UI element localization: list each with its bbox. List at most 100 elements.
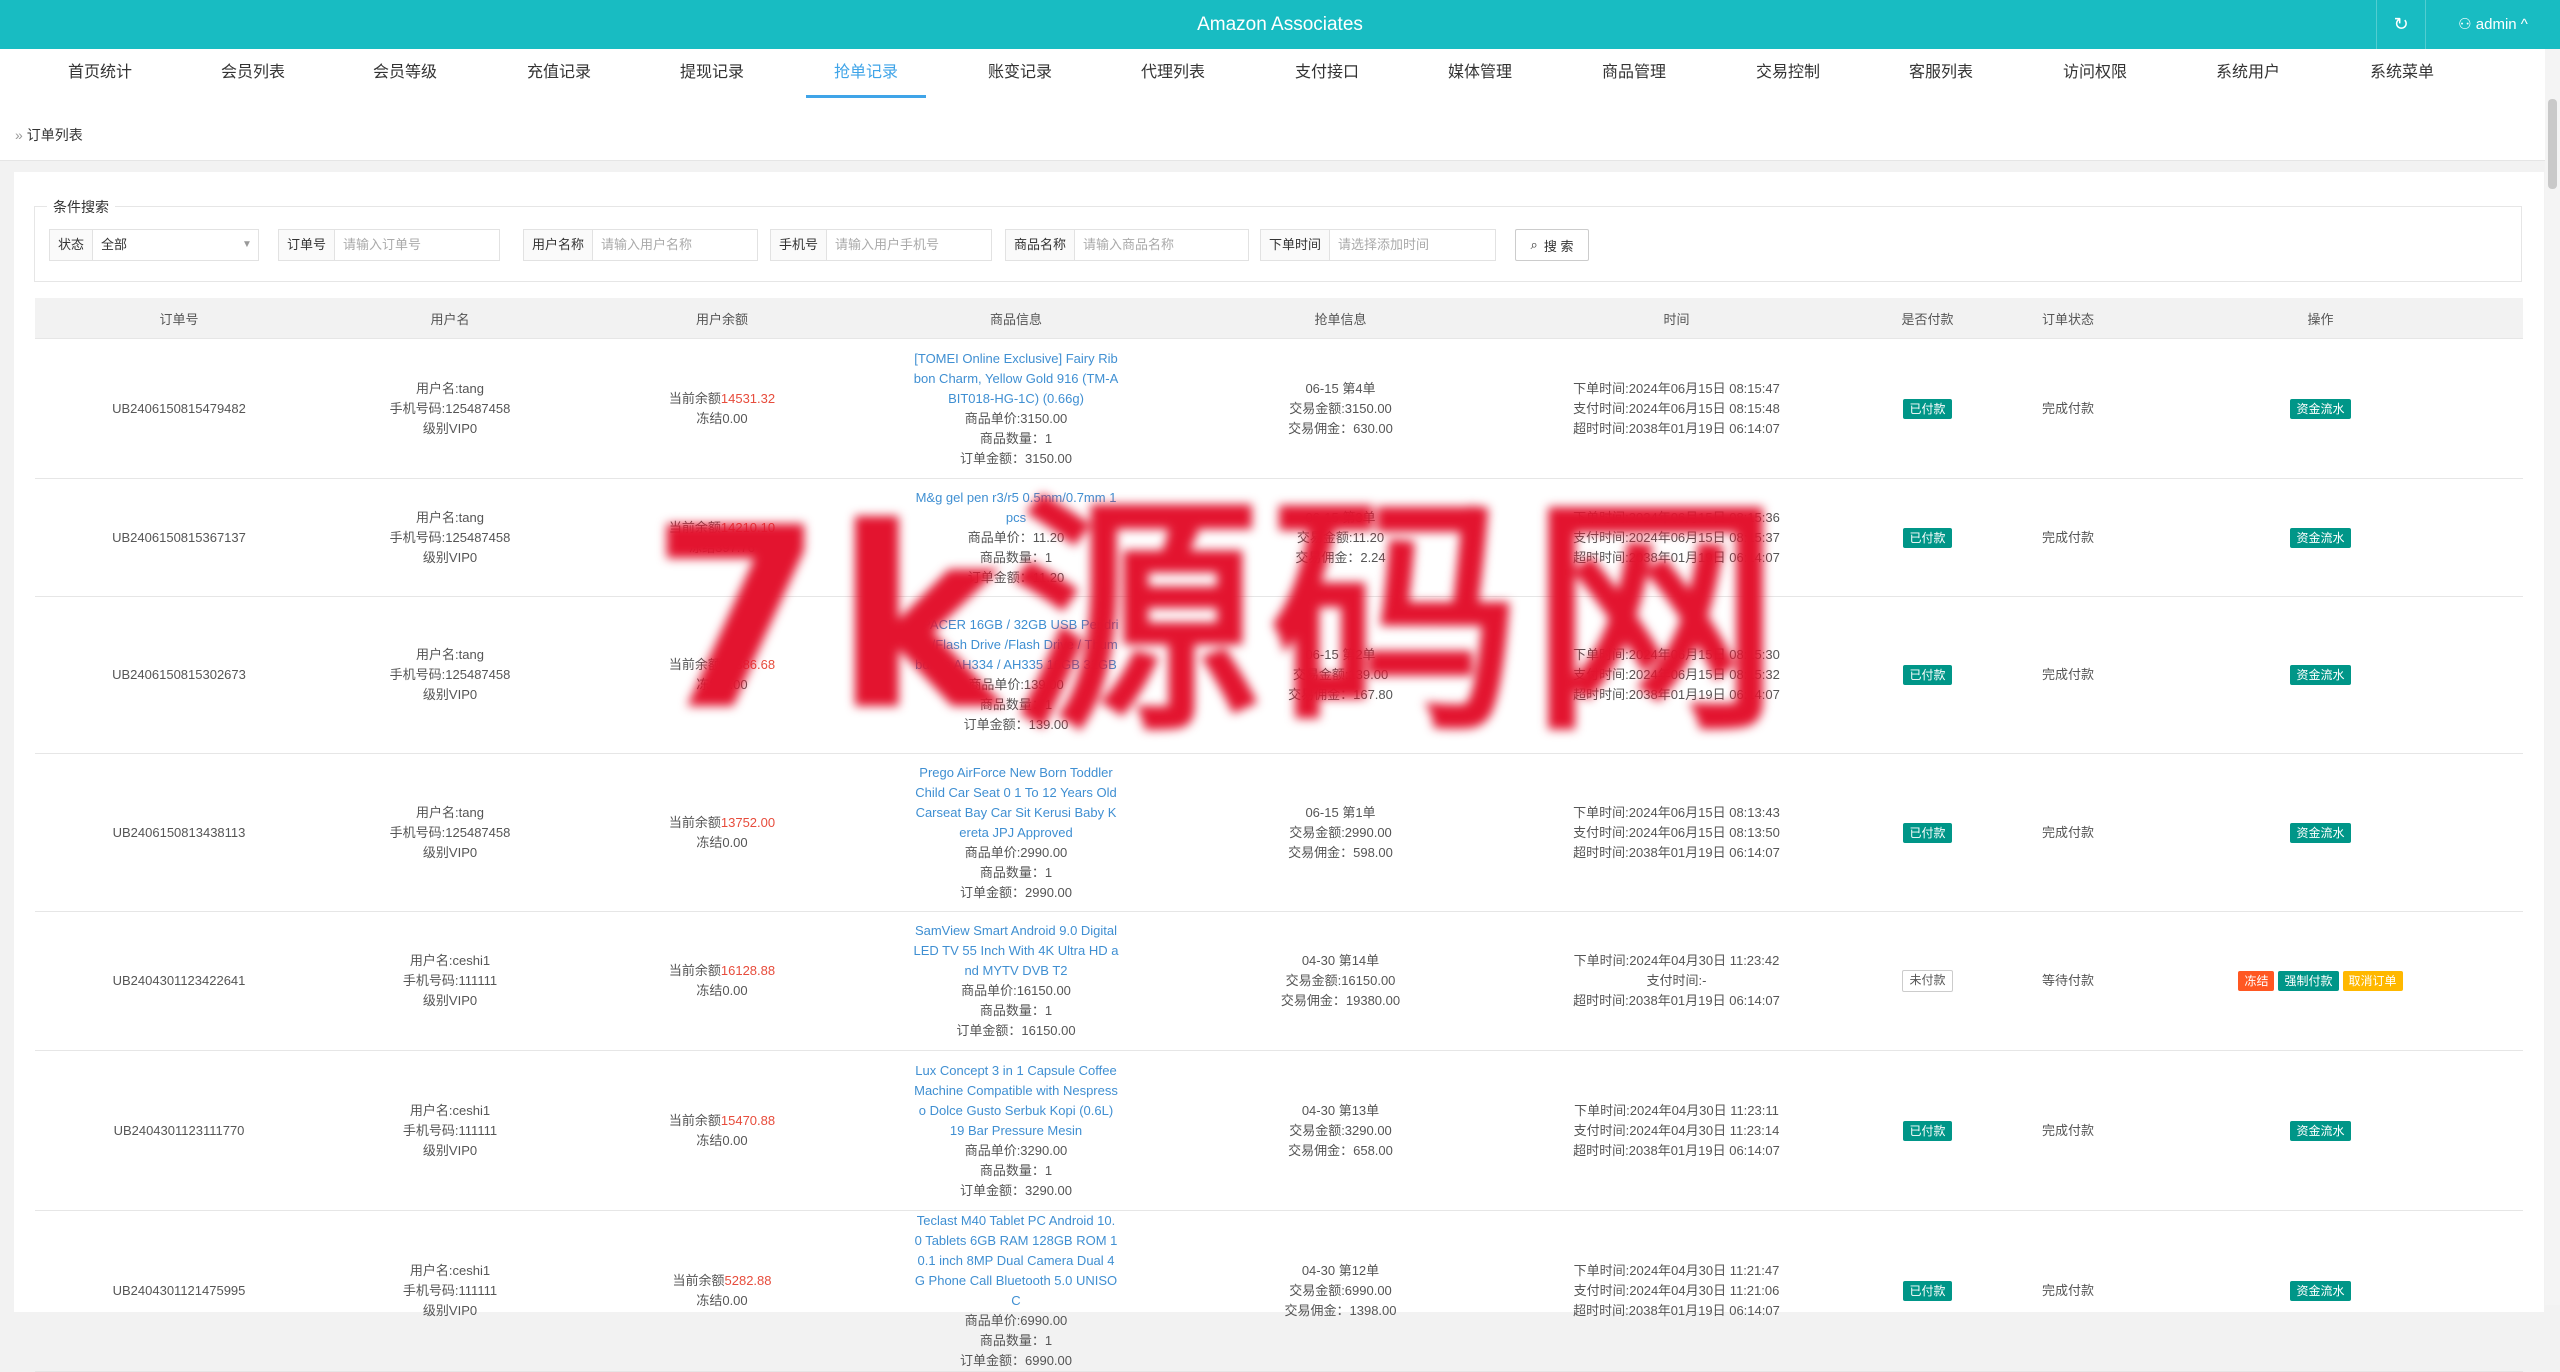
- freeze-button[interactable]: 冻结: [2238, 971, 2275, 991]
- goods-input[interactable]: 请输入商品名称: [1075, 230, 1248, 260]
- main-nav: 首页统计 会员列表 会员等级 充值记录 提现记录 抢单记录 账变记录 代理列表 支付接口 媒体管理…: [0, 49, 2545, 99]
- goods-title-link[interactable]: [TOMEI Online Exclusive] Fairy Ribbon Ch…: [914, 349, 1119, 409]
- search-icon: ⌕: [1530, 237, 1538, 252]
- nav-tab[interactable]: 提现记录: [652, 49, 772, 95]
- grab-info: 04-30 第14单: [1301, 953, 1380, 968]
- nav-tab[interactable]: 媒体管理: [1420, 49, 1540, 95]
- grab-info: 交易佣金：630.00: [1288, 420, 1393, 436]
- column-header: 时间: [1516, 298, 1837, 339]
- goods-title-link[interactable]: M&g gel pen r3/r5 0.5mm/0.7mm 1pcs: [914, 488, 1119, 528]
- table-header-row: 订单号 用户名 用户余额 商品信息 抢单信息 时间 是否付款 订单状态 操作: [35, 298, 2523, 339]
- order-state: 完成付款: [2041, 1283, 2094, 1298]
- order-amount: 订单金额：11.20: [967, 569, 1065, 585]
- nav-tab[interactable]: 首页统计: [40, 49, 160, 95]
- order-input[interactable]: 请输入订单号: [335, 230, 499, 260]
- balance-line: 当前余额15470.88: [577, 1111, 867, 1131]
- time-info: 支付时间:2024年04月30日 11:21:06: [1573, 1283, 1780, 1298]
- time-info: 支付时间:2024年04月30日 11:23:14: [1573, 1122, 1780, 1138]
- user-info: 用户名:ceshi1: [409, 953, 491, 968]
- time-info: 超时时间:2038年01月19日 06:14:07: [1573, 687, 1780, 702]
- fund-flow-button[interactable]: 资金流水: [2290, 1120, 2351, 1141]
- balance-line: 当前余额5282.88: [577, 1271, 867, 1291]
- nav-tab[interactable]: 交易控制: [1728, 49, 1848, 95]
- payment-status-badge: 已付款: [1903, 527, 1952, 548]
- nav-tab[interactable]: 商品管理: [1574, 49, 1694, 95]
- goods-title-link[interactable]: SamView Smart Android 9.0 Digital LED TV…: [914, 921, 1119, 981]
- order-amount: 订单金额：2990.00: [960, 884, 1072, 900]
- user-info: 级别VIP0: [422, 844, 478, 860]
- nav-tab[interactable]: 充值记录: [499, 49, 619, 95]
- grab-info: 交易金额:3290.00: [1289, 1122, 1392, 1138]
- fund-flow-button[interactable]: 资金流水: [2290, 398, 2351, 419]
- scrollbar[interactable]: [2545, 49, 2560, 1305]
- phone-label: 手机号: [771, 230, 828, 260]
- goods-price: 商品单价:139.00: [968, 677, 1064, 692]
- nav-tab[interactable]: 客服列表: [1881, 49, 2001, 95]
- nav-tab[interactable]: 会员等级: [345, 49, 465, 95]
- status-value[interactable]: 全部: [93, 230, 236, 260]
- time-info: 下单时间:2024年06月15日 08:13:43: [1573, 804, 1780, 820]
- scrollbar-thumb[interactable]: [2548, 99, 2557, 189]
- nav-tab[interactable]: 系统用户: [2188, 49, 2308, 95]
- user-info: 用户名:ceshi1: [409, 1102, 491, 1118]
- time-info: 支付时间:2024年06月15日 08:15:37: [1573, 529, 1780, 545]
- order-state: 完成付款: [2041, 824, 2094, 840]
- balance-line: 当前余额14210.10: [577, 518, 867, 538]
- order-amount: 订单金额：6990.00: [960, 1353, 1072, 1368]
- nav-tab[interactable]: 会员列表: [193, 49, 313, 95]
- grab-info: 交易佣金：1398.00: [1284, 1303, 1397, 1318]
- nav-tab[interactable]: 支付接口: [1267, 49, 1387, 95]
- balance-label: 当前余额: [668, 519, 721, 535]
- time-info: 支付时间:2024年06月15日 08:15:32: [1573, 667, 1780, 682]
- time-info: 支付时间:-: [1646, 973, 1707, 988]
- phone-input[interactable]: 请输入用户手机号: [827, 230, 991, 260]
- status-label: 状态: [50, 230, 94, 260]
- goods-quantity: 商品数量：1: [979, 1162, 1053, 1178]
- goods-title-link[interactable]: APACER 16GB / 32GB USB Pendrive /Flash D…: [914, 615, 1119, 675]
- fund-flow-button[interactable]: 资金流水: [2290, 665, 2351, 685]
- goods-title-link[interactable]: Lux Concept 3 in 1 Capsule Coffee Machin…: [914, 1061, 1119, 1141]
- grab-info: 06-15 第2单: [1305, 647, 1376, 662]
- goods-quantity: 商品数量：1: [979, 1333, 1053, 1348]
- order-amount: 订单金额：139.00: [963, 717, 1069, 732]
- search-button[interactable]: ⌕ 搜 索: [1515, 229, 1589, 261]
- order-number: UB2406150813438113: [112, 824, 246, 840]
- nav-tab[interactable]: 账变记录: [960, 49, 1080, 95]
- username-field: 用户名称 请输入用户名称: [523, 229, 758, 261]
- grab-info: 04-30 第13单: [1301, 1102, 1380, 1118]
- grab-info: 交易佣金：598.00: [1288, 844, 1393, 860]
- force-pay-button[interactable]: 强制付款: [2278, 971, 2339, 991]
- fund-flow-button[interactable]: 资金流水: [2290, 527, 2351, 548]
- time-info: 超时时间:2038年01月19日 06:14:07: [1573, 1303, 1780, 1318]
- grab-info: 交易佣金：658.00: [1288, 1142, 1393, 1158]
- nav-tab[interactable]: 系统菜单: [2342, 49, 2462, 95]
- refresh-icon[interactable]: ↻: [2376, 0, 2425, 49]
- goods-title-link[interactable]: Teclast M40 Tablet PC Android 10.0 Table…: [914, 1211, 1119, 1311]
- time-info: 超时时间:2038年01月19日 06:14:07: [1573, 993, 1780, 1008]
- nav-tab[interactable]: 抢单记录: [806, 49, 926, 98]
- time-input[interactable]: 请选择添加时间: [1330, 230, 1495, 260]
- status-select[interactable]: 状态 全部 ▼: [49, 229, 259, 261]
- grab-info: 交易金额:11.20: [1296, 529, 1385, 545]
- balance-label: 当前余额: [668, 814, 721, 830]
- grab-info: 交易金额:16150.00: [1285, 973, 1396, 988]
- user-info: 级别VIP0: [422, 549, 478, 565]
- content-panel: 条件搜索 状态 全部 ▼ 订单号 请输入订单号 用户名称 请输入用户名称 手机号…: [14, 172, 2544, 1372]
- nav-tab[interactable]: 代理列表: [1113, 49, 1233, 95]
- column-header: 订单号: [35, 298, 323, 339]
- fund-flow-button[interactable]: 资金流水: [2290, 822, 2351, 843]
- breadcrumb-separator: »: [15, 127, 23, 143]
- order-state: 完成付款: [2041, 1122, 2094, 1138]
- goods-title-link[interactable]: Prego AirForce New Born Toddler Child Ca…: [914, 763, 1119, 843]
- user-menu[interactable]: ⚇ admin ^: [2425, 0, 2560, 49]
- fund-flow-button[interactable]: 资金流水: [2290, 1281, 2351, 1301]
- grab-info: 交易佣金：19380.00: [1280, 993, 1401, 1008]
- balance-value: 16128.88: [720, 963, 776, 978]
- username-input[interactable]: 请输入用户名称: [593, 230, 757, 260]
- cancel-order-button[interactable]: 取消订单: [2342, 971, 2403, 991]
- nav-tab[interactable]: 访问权限: [2035, 49, 2155, 95]
- balance-value: 15470.88: [720, 1112, 776, 1128]
- user-icon: ⚇: [2458, 16, 2472, 33]
- time-label: 下单时间: [1261, 230, 1331, 260]
- grab-info: 交易佣金：2.24: [1295, 549, 1386, 565]
